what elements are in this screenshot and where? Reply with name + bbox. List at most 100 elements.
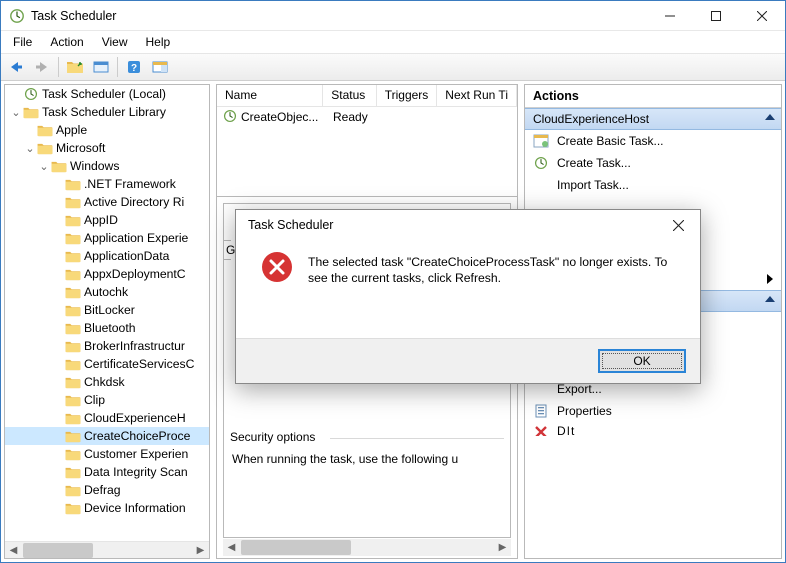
delete-icon bbox=[533, 424, 549, 436]
tree-item-label: ApplicationData bbox=[84, 249, 169, 263]
menu-action[interactable]: Action bbox=[42, 33, 91, 51]
tab-general-stub[interactable]: G bbox=[223, 240, 231, 260]
tree-item-label: BitLocker bbox=[84, 303, 135, 317]
tree-item-data-integrity-scan[interactable]: Data Integrity Scan bbox=[5, 463, 209, 481]
view-button[interactable] bbox=[89, 55, 113, 79]
menu-file[interactable]: File bbox=[5, 33, 40, 51]
expand-icon[interactable]: ⌄ bbox=[37, 160, 51, 173]
tree-root[interactable]: Task Scheduler (Local) bbox=[5, 85, 209, 103]
folder-icon bbox=[65, 195, 81, 209]
tree-item-label: Autochk bbox=[84, 285, 128, 299]
security-text: When running the task, use the following… bbox=[230, 444, 504, 468]
details-hscrollbar[interactable]: ◀ ▶ bbox=[223, 539, 511, 556]
col-name[interactable]: Name bbox=[217, 85, 323, 106]
tree-item-bluetooth[interactable]: Bluetooth bbox=[5, 319, 209, 337]
tree-panel: Task Scheduler (Local) ⌄Task Scheduler Li… bbox=[4, 84, 210, 559]
tree-item-label: Device Information bbox=[84, 501, 186, 515]
tree-item-application-experie[interactable]: Application Experie bbox=[5, 229, 209, 247]
tree-item-active-directory-ri[interactable]: Active Directory Ri bbox=[5, 193, 209, 211]
folder-icon bbox=[23, 87, 39, 101]
action-create-basic-task[interactable]: Create Basic Task... bbox=[525, 130, 781, 152]
tree-item--net-framework[interactable]: .NET Framework bbox=[5, 175, 209, 193]
actions-group-context[interactable]: CloudExperienceHost bbox=[525, 108, 781, 130]
tree-item-chkdsk[interactable]: Chkdsk bbox=[5, 373, 209, 391]
tree-item-defrag[interactable]: Defrag bbox=[5, 481, 209, 499]
tree-item-applicationdata[interactable]: ApplicationData bbox=[5, 247, 209, 265]
folder-icon bbox=[65, 429, 81, 443]
main-window: Task Scheduler File Action View Help ? T… bbox=[0, 0, 786, 563]
col-status[interactable]: Status bbox=[323, 85, 376, 106]
menu-help[interactable]: Help bbox=[138, 33, 179, 51]
folder-icon bbox=[65, 375, 81, 389]
tree-body[interactable]: Task Scheduler (Local) ⌄Task Scheduler Li… bbox=[5, 85, 209, 541]
tree-item-label: Defrag bbox=[84, 483, 121, 497]
folder-icon bbox=[51, 159, 67, 173]
action-import-task-label: Import Task... bbox=[557, 178, 629, 192]
tree-item-microsoft[interactable]: ⌄Microsoft bbox=[5, 139, 209, 157]
action-properties[interactable]: Properties bbox=[525, 400, 781, 422]
expand-icon[interactable]: ⌄ bbox=[23, 142, 37, 155]
action-create-task[interactable]: Create Task... bbox=[525, 152, 781, 174]
close-button[interactable] bbox=[739, 1, 785, 31]
error-dialog: Task Scheduler The selected task "Create… bbox=[235, 209, 701, 384]
tree-item-label: Apple bbox=[56, 123, 87, 137]
help-button[interactable]: ? bbox=[122, 55, 146, 79]
collapse-up-icon bbox=[765, 114, 775, 120]
folder-icon bbox=[65, 303, 81, 317]
panel-button[interactable] bbox=[148, 55, 172, 79]
folder-icon bbox=[65, 465, 81, 479]
tree-item-appxdeploymentc[interactable]: AppxDeploymentC bbox=[5, 265, 209, 283]
tree-item-cloudexperienceh[interactable]: CloudExperienceH bbox=[5, 409, 209, 427]
clock-icon bbox=[223, 109, 237, 126]
folder-icon bbox=[65, 447, 81, 461]
col-triggers[interactable]: Triggers bbox=[377, 85, 438, 106]
task-name: CreateObjec... bbox=[241, 110, 318, 124]
folder-icon bbox=[65, 267, 81, 281]
tree-item-clip[interactable]: Clip bbox=[5, 391, 209, 409]
tree-item-label: CreateChoiceProce bbox=[84, 429, 190, 443]
dialog-ok-button[interactable]: OK bbox=[598, 349, 686, 373]
tree-item-windows[interactable]: ⌄Windows bbox=[5, 157, 209, 175]
forward-button[interactable] bbox=[30, 55, 54, 79]
tree-item-certificateservicesc[interactable]: CertificateServicesC bbox=[5, 355, 209, 373]
col-nextrun[interactable]: Next Run Ti bbox=[437, 85, 517, 106]
minimize-button[interactable] bbox=[647, 1, 693, 31]
menubar: File Action View Help bbox=[1, 31, 785, 53]
action-export-label: Export... bbox=[557, 382, 602, 396]
folder-icon bbox=[65, 339, 81, 353]
back-button[interactable] bbox=[4, 55, 28, 79]
action-delete[interactable]: D l t bbox=[525, 422, 781, 436]
svg-text:?: ? bbox=[131, 63, 137, 74]
collapse-up-icon bbox=[765, 296, 775, 302]
up-button[interactable] bbox=[63, 55, 87, 79]
task-row[interactable]: CreateObjec... Ready bbox=[217, 107, 517, 127]
dialog-close-button[interactable] bbox=[656, 211, 700, 239]
security-options-label: Security options bbox=[230, 430, 315, 444]
tree-item-appid[interactable]: AppID bbox=[5, 211, 209, 229]
expand-icon[interactable]: ⌄ bbox=[9, 106, 23, 119]
folder-icon bbox=[65, 177, 81, 191]
tree-item-label: Data Integrity Scan bbox=[84, 465, 188, 479]
folder-icon bbox=[65, 357, 81, 371]
tree-item-customer-experien[interactable]: Customer Experien bbox=[5, 445, 209, 463]
tree-item-createchoiceproce[interactable]: CreateChoiceProce bbox=[5, 427, 209, 445]
tree-item-label: BrokerInfrastructur bbox=[84, 339, 185, 353]
folder-icon bbox=[65, 213, 81, 227]
blank-icon bbox=[533, 177, 549, 193]
menu-view[interactable]: View bbox=[94, 33, 136, 51]
tree-hscrollbar[interactable]: ◀ ▶ bbox=[5, 541, 209, 558]
task-list: Name Status Triggers Next Run Ti CreateO… bbox=[217, 85, 517, 197]
folder-icon bbox=[65, 249, 81, 263]
tree-library[interactable]: ⌄Task Scheduler Library bbox=[5, 103, 209, 121]
tree-item-brokerinfrastructur[interactable]: BrokerInfrastructur bbox=[5, 337, 209, 355]
dialog-message: The selected task "CreateChoiceProcessTa… bbox=[308, 250, 684, 287]
tree-item-autochk[interactable]: Autochk bbox=[5, 283, 209, 301]
dialog-titlebar: Task Scheduler bbox=[236, 210, 700, 240]
action-import-task[interactable]: Import Task... bbox=[525, 174, 781, 196]
maximize-button[interactable] bbox=[693, 1, 739, 31]
tree-item-apple[interactable]: Apple bbox=[5, 121, 209, 139]
tree-item-device-information[interactable]: Device Information bbox=[5, 499, 209, 517]
tree-item-label: Task Scheduler (Local) bbox=[42, 87, 166, 101]
folder-icon bbox=[65, 285, 81, 299]
tree-item-bitlocker[interactable]: BitLocker bbox=[5, 301, 209, 319]
